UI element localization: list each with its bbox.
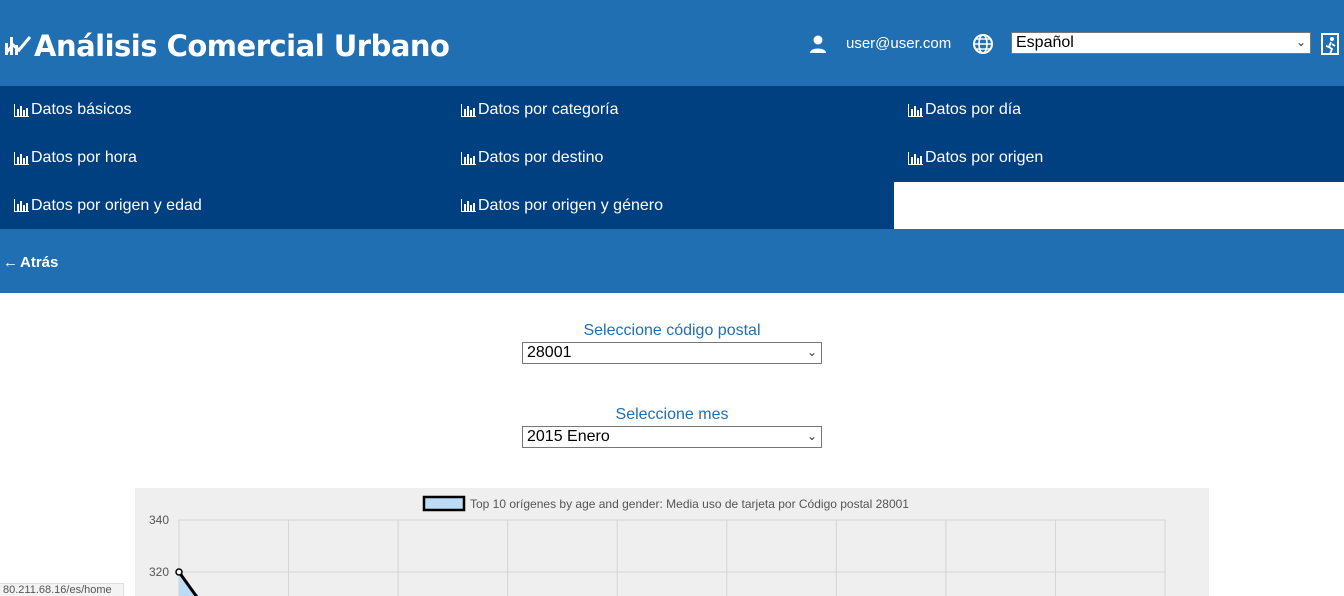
chart: Top 10 orígenes by age and gender: Media… (135, 488, 1209, 596)
chevron-down-icon: ⌄ (806, 429, 817, 443)
postal-code-label: Seleccione código postal (583, 322, 761, 339)
nav-item-datos-por-hora[interactable]: Datos por hora (0, 134, 447, 182)
chart-line-icon (4, 31, 34, 62)
exit-icon[interactable] (1320, 32, 1342, 56)
nav-row: Datos por hora Datos por destino Datos p… (0, 134, 1344, 182)
month-value: 2015 Enero (527, 428, 610, 445)
status-url: 80.211.68.16/es/home (0, 583, 124, 596)
month-label: Seleccione mes (615, 406, 729, 423)
chevron-down-icon: ⌄ (806, 345, 817, 359)
bar-chart-icon (14, 103, 29, 117)
back-label: Atrás (20, 254, 59, 271)
back-link[interactable]: ← Atrás (3, 254, 58, 271)
postal-code-select[interactable]: 28001 ⌄ (522, 342, 822, 364)
user-email[interactable]: user@user.com (846, 35, 951, 52)
nav-row: Datos por origen y edad Datos por origen… (0, 182, 894, 229)
legend-swatch (422, 495, 466, 512)
data-point (175, 568, 183, 576)
y-tick-label: 340 (149, 513, 169, 527)
month-select[interactable]: 2015 Enero ⌄ (522, 426, 822, 448)
nav-item-datos-por-categoria[interactable]: Datos por categoría (447, 86, 894, 134)
nav-item-datos-por-origen-y-edad[interactable]: Datos por origen y edad (0, 182, 447, 229)
bar-chart-icon (908, 151, 923, 165)
nav-item-label: Datos por hora (31, 149, 137, 166)
bar-chart-icon (908, 103, 923, 117)
nav-row: Datos básicos Datos por categoría Datos … (0, 86, 1344, 134)
nav-item-datos-por-origen[interactable]: Datos por origen (894, 134, 1341, 182)
globe-icon[interactable] (972, 33, 994, 55)
bar-chart-icon (14, 151, 29, 165)
bar-chart-icon (461, 199, 476, 212)
legend-label: Top 10 orígenes by age and gender: Media… (470, 497, 909, 511)
postal-code-value: 28001 (527, 344, 572, 361)
nav-item-label: Datos básicos (31, 101, 132, 118)
nav-item-label: Datos por origen y edad (31, 196, 202, 214)
language-value: Español (1016, 34, 1074, 51)
header: Análisis Comercial Urbano user@user.com … (0, 0, 1344, 86)
back-bar: ← Atrás (0, 229, 1344, 293)
user-icon[interactable] (808, 34, 828, 54)
nav-item-datos-por-destino[interactable]: Datos por destino (447, 134, 894, 182)
chart-svg: Top 10 orígenes by age and gender: Media… (149, 495, 1166, 596)
brand[interactable]: Análisis Comercial Urbano (4, 26, 450, 66)
nav-item-label: Datos por origen (925, 149, 1044, 166)
language-select[interactable]: Español ⌄ (1011, 32, 1311, 54)
y-tick-label: 320 (149, 565, 169, 579)
nav-item-label: Datos por categoría (478, 101, 619, 118)
chevron-down-icon: ⌄ (1295, 35, 1306, 49)
nav-item-label: Datos por día (925, 101, 1022, 118)
bar-chart-icon (14, 199, 29, 212)
nav-item-label: Datos por origen y género (478, 196, 663, 214)
nav-item-datos-por-dia[interactable]: Datos por día (894, 86, 1341, 134)
bar-chart-icon (461, 103, 476, 117)
nav-item-label: Datos por destino (478, 149, 604, 166)
app-title: Análisis Comercial Urbano (34, 29, 450, 63)
nav-item-datos-por-origen-y-genero[interactable]: Datos por origen y género (447, 182, 894, 229)
arrow-left-icon: ← (3, 254, 18, 271)
nav-item-datos-basicos[interactable]: Datos básicos (0, 86, 447, 134)
bar-chart-icon (461, 151, 476, 165)
